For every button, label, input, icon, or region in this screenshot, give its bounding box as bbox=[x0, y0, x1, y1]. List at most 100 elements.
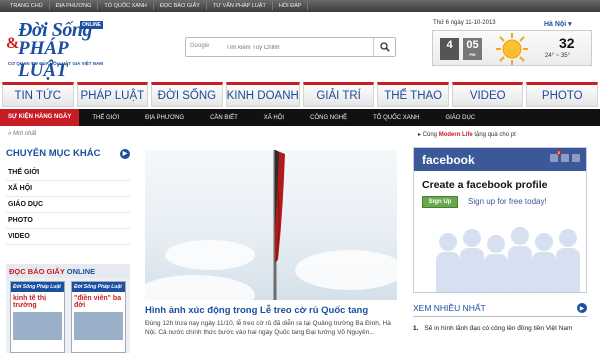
subnav-item-green[interactable]: TỔ QUỐC XANH bbox=[360, 115, 432, 121]
top-link-legal[interactable]: TƯ VẤN PHÁP LUẬT bbox=[207, 2, 273, 10]
weather-box: 4 05 PM 32 24° ~ 35° bbox=[432, 30, 592, 66]
top-bar: TRANG CHỦ ĐỊA PHƯƠNG TỔ QUỐC XANH ĐỌC BÁ… bbox=[0, 0, 600, 12]
clock-hour: 4 bbox=[440, 38, 459, 60]
temperature: 32 bbox=[559, 35, 575, 51]
sub-nav: SỰ KIỆN HÀNG NGÀY THẾ GIỚI ĐỊA PHƯƠNG CẦ… bbox=[0, 109, 600, 126]
section-link-video[interactable]: VIDEO bbox=[6, 229, 130, 245]
weather-date: Thứ 6 ngày 11-10-2013 bbox=[433, 20, 496, 26]
subnav-item-daily-events[interactable]: SỰ KIỆN HÀNG NGÀY bbox=[0, 109, 80, 126]
cover-masthead: Đời Sống Pháp Luật bbox=[11, 282, 64, 292]
cover-photo bbox=[74, 312, 123, 340]
article-summary: Đúng 12h trưa nay ngày 11/10, lễ treo cờ… bbox=[145, 320, 391, 336]
subnav-item-world[interactable]: THẾ GIỚI bbox=[79, 115, 132, 121]
site-logo[interactable]: Đời Sống & PHÁP LUẬT ONLINE CƠ QUAN TW C… bbox=[4, 17, 110, 81]
section-link-world[interactable]: THẾ GIỚI bbox=[6, 165, 130, 181]
promo-brand: Modern Life bbox=[438, 132, 473, 138]
city-select[interactable]: Hà Nội ▾ bbox=[544, 20, 572, 28]
chevron-right-icon[interactable]: ▶ bbox=[120, 148, 130, 159]
promo-suffix: tặng quà cho pt bbox=[472, 132, 516, 138]
print-edition-widget: ĐỌC BÁO GIẤY ONLINE Đời Sống Pháp Luật k… bbox=[6, 264, 130, 353]
article-title[interactable]: Hình ảnh xúc động trong Lễ treo cờ rủ Qu… bbox=[145, 305, 397, 317]
facebook-widget: facebook 2 Create a facebook profile Sig… bbox=[413, 147, 587, 293]
most-viewed: XEM NHIỀU NHẤT ▶ 1. Sẽ in hình lãnh đạo c… bbox=[413, 303, 587, 333]
breadcrumb-label[interactable]: Mới nhất bbox=[13, 131, 36, 137]
facebook-logo: facebook bbox=[422, 153, 475, 167]
section-heading: CHUYÊN MỤC KHÁC ▶ bbox=[6, 148, 130, 165]
top-link-home[interactable]: TRANG CHỦ bbox=[4, 2, 50, 10]
cover-photo bbox=[13, 312, 62, 340]
signup-button[interactable]: Sign Up bbox=[422, 196, 458, 208]
list-item-number: 1. bbox=[413, 325, 419, 332]
chevron-right-icon[interactable]: ▶ bbox=[577, 303, 587, 313]
print-edition-online: ONLINE bbox=[66, 267, 96, 276]
facebook-icons: 2 bbox=[550, 150, 580, 162]
subnav-item-education[interactable]: GIÁO DỤC bbox=[432, 115, 488, 121]
print-edition-heading: ĐỌC BÁO GIẤY ONLINE bbox=[6, 264, 130, 278]
flag-image bbox=[273, 150, 285, 300]
top-link-local[interactable]: ĐỊA PHƯƠNG bbox=[50, 2, 99, 10]
section-heading-label: CHUYÊN MỤC KHÁC bbox=[6, 148, 101, 159]
weather-widget: Thứ 6 ngày 11-10-2013 Hà Nội ▾ 4 05 PM 32… bbox=[432, 20, 592, 68]
tab-phap-luat[interactable]: PHÁP LUẬT bbox=[76, 82, 149, 107]
subnav-item-need-to-know[interactable]: CẦN BIẾT bbox=[197, 115, 251, 121]
cloud bbox=[165, 240, 255, 270]
tab-doi-song[interactable]: ĐỜI SỐNG bbox=[151, 82, 223, 107]
cover-masthead: Đời Sống Pháp Luật bbox=[72, 282, 125, 292]
section-link-society[interactable]: XÃ HỘI bbox=[6, 181, 130, 197]
search-box: Google bbox=[185, 37, 396, 57]
notifications-icon bbox=[572, 154, 580, 162]
print-edition-title: ĐỌC BÁO GIẤY bbox=[9, 267, 67, 276]
most-viewed-heading: XEM NHIỀU NHẤT ▶ bbox=[413, 303, 587, 317]
section-list: THẾ GIỚI XÃ HỘI GIÁO DỤC PHOTO VIDEO bbox=[6, 165, 130, 245]
top-link-paper[interactable]: ĐỌC BÁO GIẤY bbox=[154, 2, 207, 10]
logo-subtitle: CƠ QUAN TW CỦA HỘI LUẬT GIA VIỆT NAM bbox=[8, 61, 103, 66]
paper-cover[interactable]: Đời Sống Pháp Luật kinh tế thị trường bbox=[10, 281, 65, 353]
google-label: Google bbox=[190, 43, 210, 49]
clock-hour-value: 4 bbox=[446, 39, 453, 51]
search-input[interactable] bbox=[226, 41, 366, 54]
logo-online-badge: ONLINE bbox=[80, 21, 103, 29]
category-nav: TIN TỨC PHÁP LUẬT ĐỜI SỐNG KINH DOANH GI… bbox=[2, 82, 599, 107]
friends-icon: 2 bbox=[550, 150, 561, 162]
tab-giai-tri[interactable]: GIẢI TRÍ bbox=[302, 82, 375, 107]
article-photo[interactable] bbox=[145, 150, 397, 300]
promo-link[interactable]: ▸ Cùng Modern Life tặng quà cho pt bbox=[418, 131, 516, 138]
cloud bbox=[145, 275, 255, 300]
sun-icon bbox=[496, 33, 528, 65]
tab-video[interactable]: VIDEO bbox=[451, 82, 524, 107]
most-viewed-title: XEM NHIỀU NHẤT bbox=[413, 303, 486, 313]
search-button[interactable] bbox=[373, 38, 395, 56]
paper-cover[interactable]: Đời Sống Pháp Luật "điền viên" ba đời bbox=[71, 281, 126, 353]
list-item[interactable]: 1. Sẽ in hình lãnh đạo có công lên đồng … bbox=[413, 325, 587, 333]
subnav-item-local[interactable]: ĐỊA PHƯƠNG bbox=[132, 115, 197, 121]
people-illustration bbox=[436, 227, 580, 292]
promo-prefix: ▸ Cùng bbox=[418, 132, 439, 138]
top-link-green[interactable]: TỔ QUỐC XANH bbox=[98, 2, 154, 10]
cloud bbox=[295, 250, 397, 290]
facebook-bar: facebook 2 bbox=[414, 148, 586, 171]
tab-the-thao[interactable]: THỂ THAO bbox=[377, 82, 449, 107]
clock-minute: 05 PM bbox=[463, 38, 482, 60]
section-link-education[interactable]: GIÁO DỤC bbox=[6, 197, 130, 213]
facebook-heading: Create a facebook profile bbox=[422, 179, 548, 191]
top-link-qa[interactable]: HỎI ĐÁP bbox=[273, 2, 309, 10]
messages-icon bbox=[561, 154, 569, 162]
tab-tin-tuc[interactable]: TIN TỨC bbox=[2, 82, 74, 107]
cover-headline: kinh tế thị trường bbox=[13, 295, 47, 309]
breadcrumb: » Mới nhất bbox=[8, 131, 36, 137]
section-link-photo[interactable]: PHOTO bbox=[6, 213, 130, 229]
temperature-range: 24° ~ 35° bbox=[545, 53, 570, 59]
logo-line2: PHÁP LUẬT bbox=[18, 38, 68, 81]
featured-article: Hình ảnh xúc động trong Lễ treo cờ rủ Qu… bbox=[145, 150, 397, 337]
other-sections: CHUYÊN MỤC KHÁC ▶ THẾ GIỚI XÃ HỘI GIÁO DỤ… bbox=[6, 148, 130, 245]
search-icon bbox=[379, 42, 390, 52]
subnav-item-tech[interactable]: CÔNG NGHỆ bbox=[297, 115, 360, 121]
tab-photo[interactable]: PHOTO bbox=[526, 82, 599, 107]
subnav-item-society[interactable]: XÃ HỘI bbox=[251, 115, 297, 121]
clock-minute-value: 05 bbox=[466, 39, 479, 51]
tab-kinh-doanh[interactable]: KINH DOANH bbox=[225, 82, 300, 107]
clock-ampm: PM bbox=[469, 52, 476, 57]
list-item-text: Sẽ in hình lãnh đạo có công lên đồng tiề… bbox=[424, 325, 573, 332]
signup-tagline: Sign up for free today! bbox=[468, 197, 547, 206]
cover-headline: "điền viên" ba đời bbox=[74, 295, 122, 309]
